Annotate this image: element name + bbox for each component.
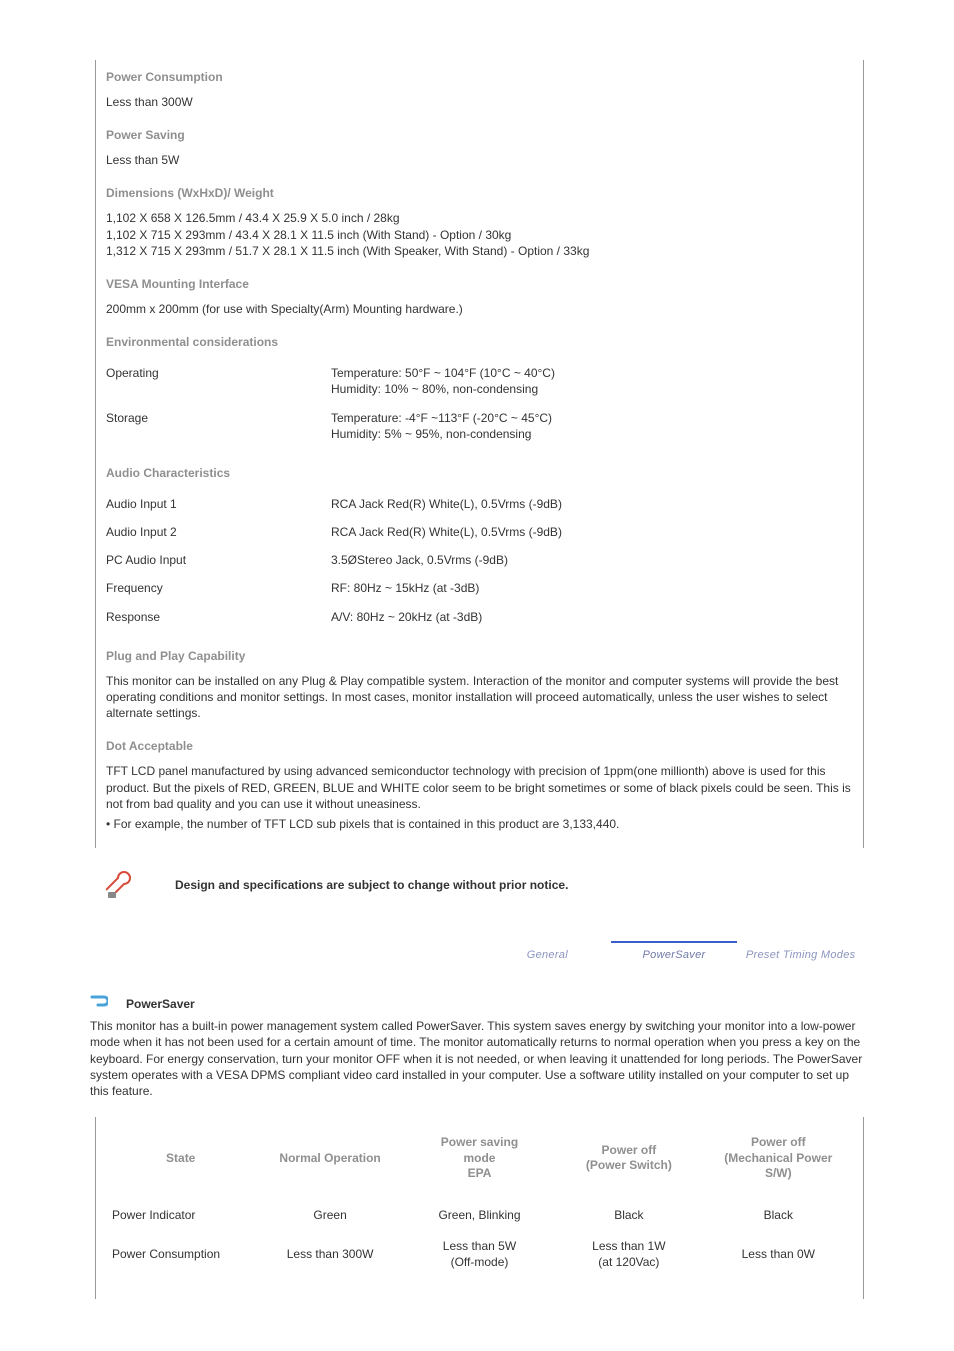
tabs-row: General PowerSaver Preset Timing Modes bbox=[484, 942, 864, 965]
notice-row: Design and specifications are subject to… bbox=[95, 868, 954, 902]
table-row: Power Consumption Less than 300W Less th… bbox=[106, 1231, 853, 1278]
tab-preset-timing[interactable]: Preset Timing Modes bbox=[737, 941, 864, 965]
value-power-saving: Less than 5W bbox=[106, 152, 853, 168]
ps-row-label: Power Consumption bbox=[106, 1231, 255, 1278]
dim-line-1: 1,102 X 658 X 126.5mm / 43.4 X 25.9 X 5.… bbox=[106, 211, 400, 225]
heading-pnp: Plug and Play Capability bbox=[106, 649, 853, 663]
audio-row-label: Audio Input 1 bbox=[106, 490, 331, 518]
ps-th-normal: Normal Operation bbox=[255, 1131, 404, 1200]
dim-line-3: 1,312 X 715 X 293mm / 51.7 X 28.1 X 11.5… bbox=[106, 244, 589, 258]
audio-row-label: Audio Input 2 bbox=[106, 518, 331, 546]
audio-row-value: A/V: 80Hz ~ 20kHz (at -3dB) bbox=[331, 603, 853, 631]
value-power-consumption: Less than 300W bbox=[106, 94, 853, 110]
ps-cell: Black bbox=[554, 1200, 703, 1232]
heading-power-saving: Power Saving bbox=[106, 128, 853, 142]
wrench-icon bbox=[95, 868, 150, 902]
value-pnp: This monitor can be installed on any Plu… bbox=[106, 673, 853, 722]
env-operating-value: Temperature: 50°F ~ 104°F (10°C ~ 40°C) … bbox=[331, 359, 853, 403]
specs-panel: Power Consumption Less than 300W Power S… bbox=[95, 60, 864, 848]
env-storage-value: Temperature: -4°F ~113°F (-20°C ~ 45°C) … bbox=[331, 404, 853, 448]
env-table: Operating Temperature: 50°F ~ 104°F (10°… bbox=[106, 359, 853, 448]
ps-cell: Green bbox=[255, 1200, 404, 1232]
env-storage-label: Storage bbox=[106, 404, 331, 448]
audio-table: Audio Input 1RCA Jack Red(R) White(L), 0… bbox=[106, 490, 853, 631]
audio-row-label: Response bbox=[106, 603, 331, 631]
tab-general[interactable]: General bbox=[484, 941, 611, 965]
value-dot: TFT LCD panel manufactured by using adva… bbox=[106, 763, 853, 832]
heading-power-consumption: Power Consumption bbox=[106, 70, 853, 84]
value-vesa: 200mm x 200mm (for use with Specialty(Ar… bbox=[106, 301, 853, 317]
ps-cell: Less than 300W bbox=[255, 1231, 404, 1278]
heading-dot: Dot Acceptable bbox=[106, 739, 853, 753]
value-dimensions: 1,102 X 658 X 126.5mm / 43.4 X 25.9 X 5.… bbox=[106, 210, 853, 259]
audio-row-value: RF: 80Hz ~ 15kHz (at -3dB) bbox=[331, 574, 853, 602]
dot-bullet: For example, the number of TFT LCD sub p… bbox=[106, 816, 853, 832]
ps-cell: Green, Blinking bbox=[405, 1200, 554, 1232]
heading-audio: Audio Characteristics bbox=[106, 466, 853, 480]
ps-th-saving: Power saving mode EPA bbox=[405, 1131, 554, 1200]
ps-row-label: Power Indicator bbox=[106, 1200, 255, 1232]
ps-th-state: State bbox=[106, 1131, 255, 1200]
ps-th-off-mech: Power off (Mechanical Power S/W) bbox=[704, 1131, 853, 1200]
notice-text: Design and specifications are subject to… bbox=[150, 878, 568, 892]
env-operating-label: Operating bbox=[106, 359, 331, 403]
table-row: Power Indicator Green Green, Blinking Bl… bbox=[106, 1200, 853, 1232]
ps-cell: Less than 5W (Off-mode) bbox=[405, 1231, 554, 1278]
powersaver-title: PowerSaver bbox=[120, 997, 195, 1011]
powersaver-section: PowerSaver This monitor has a built-in p… bbox=[90, 995, 864, 1099]
ps-cell: Less than 0W bbox=[704, 1231, 853, 1278]
dim-line-2: 1,102 X 715 X 293mm / 43.4 X 28.1 X 11.5… bbox=[106, 228, 511, 242]
audio-row-value: 3.5ØStereo Jack, 0.5Vrms (-9dB) bbox=[331, 546, 853, 574]
heading-env: Environmental considerations bbox=[106, 335, 853, 349]
tab-powersaver[interactable]: PowerSaver bbox=[611, 941, 738, 965]
ps-cell: Less than 1W (at 120Vac) bbox=[554, 1231, 703, 1278]
audio-row-label: PC Audio Input bbox=[106, 546, 331, 574]
heading-vesa: VESA Mounting Interface bbox=[106, 277, 853, 291]
heading-dimensions: Dimensions (WxHxD)/ Weight bbox=[106, 186, 853, 200]
ps-th-off-switch: Power off (Power Switch) bbox=[554, 1131, 703, 1200]
audio-row-value: RCA Jack Red(R) White(L), 0.5Vrms (-9dB) bbox=[331, 490, 853, 518]
powersaver-body: This monitor has a built-in power manage… bbox=[90, 1018, 864, 1099]
powersaver-table-panel: State Normal Operation Power saving mode… bbox=[95, 1117, 864, 1299]
powersaver-table: State Normal Operation Power saving mode… bbox=[106, 1131, 853, 1279]
audio-row-label: Frequency bbox=[106, 574, 331, 602]
ps-cell: Black bbox=[704, 1200, 853, 1232]
section-bullet-icon bbox=[90, 995, 120, 1012]
audio-row-value: RCA Jack Red(R) White(L), 0.5Vrms (-9dB) bbox=[331, 518, 853, 546]
